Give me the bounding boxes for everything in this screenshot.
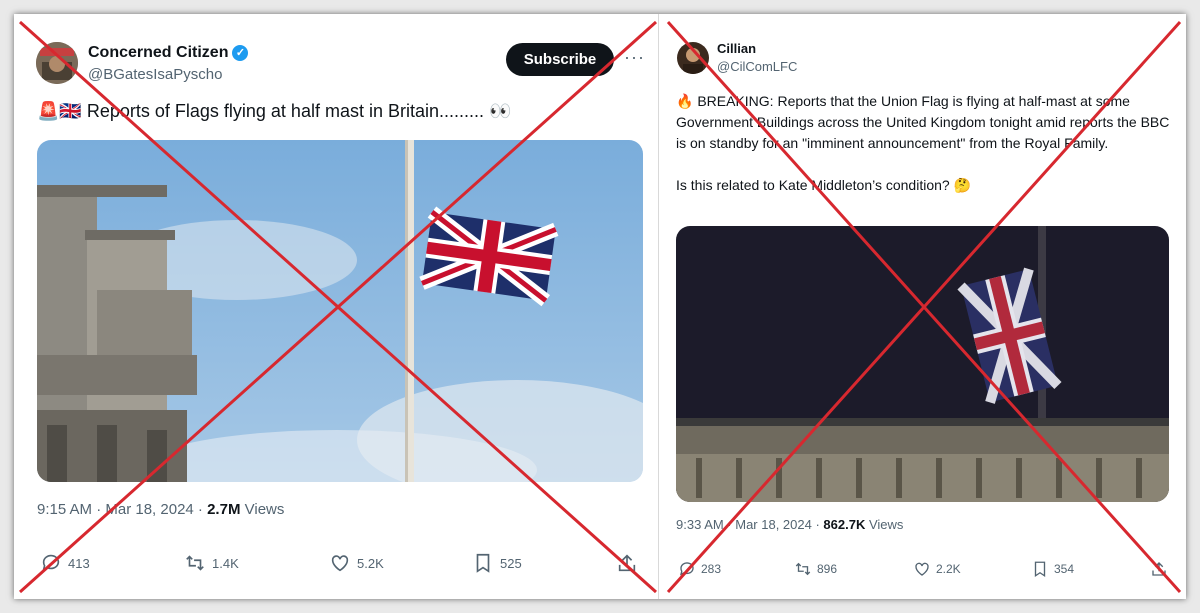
tweet-image[interactable] xyxy=(676,226,1169,502)
verified-badge-icon: ✓ xyxy=(232,44,249,61)
share-button[interactable] xyxy=(1150,560,1168,578)
author-name[interactable]: Concerned Citizen ✓ xyxy=(88,44,249,62)
share-icon xyxy=(618,554,636,572)
author-name[interactable]: Cillian xyxy=(717,41,756,56)
tweet-text: 🚨🇬🇧 Reports of Flags flying at half mast… xyxy=(37,101,512,121)
flag-emojis: 🚨🇬🇧 xyxy=(37,101,82,121)
avatar[interactable] xyxy=(36,42,78,84)
reply-button[interactable]: 283 xyxy=(678,560,721,578)
tweet-meta: 9:15 AM · Mar 18, 2024 · 2.7M Views xyxy=(37,501,285,518)
bookmark-button[interactable]: 354 xyxy=(1031,560,1074,578)
share-button[interactable] xyxy=(616,552,638,574)
repost-button[interactable]: 896 xyxy=(794,560,837,578)
avatar[interactable] xyxy=(677,42,709,74)
tweet-image[interactable] xyxy=(37,140,643,482)
tweet-text: 🔥 BREAKING: Reports that the Union Flag … xyxy=(676,93,1170,193)
author-handle[interactable]: @BGatesIsaPyscho xyxy=(88,66,222,83)
like-button[interactable]: 2.2K xyxy=(913,560,961,578)
author-handle[interactable]: @CilComLFC xyxy=(717,59,797,74)
like-icon xyxy=(331,555,349,572)
subscribe-button[interactable]: Subscribe xyxy=(506,43,614,76)
repost-icon xyxy=(186,555,204,571)
tweet-meta: 9:33 AM · Mar 18, 2024 · 862.7K Views xyxy=(676,517,904,532)
tweet-divider xyxy=(658,14,659,599)
like-icon xyxy=(915,562,929,576)
reply-icon xyxy=(42,554,60,571)
repost-icon xyxy=(795,562,811,576)
bookmark-icon xyxy=(1034,561,1046,578)
views-count: 862.7K xyxy=(823,517,866,532)
repost-button[interactable]: 1.4K xyxy=(184,552,239,574)
like-button[interactable]: 5.2K xyxy=(329,552,384,574)
more-icon[interactable]: ··· xyxy=(624,47,645,68)
bookmark-icon xyxy=(476,553,490,573)
reply-button[interactable]: 413 xyxy=(40,552,90,574)
share-icon xyxy=(1152,562,1166,576)
reply-icon xyxy=(679,562,694,576)
bookmark-button[interactable]: 525 xyxy=(472,552,522,574)
views-count: 2.7M xyxy=(207,501,241,518)
